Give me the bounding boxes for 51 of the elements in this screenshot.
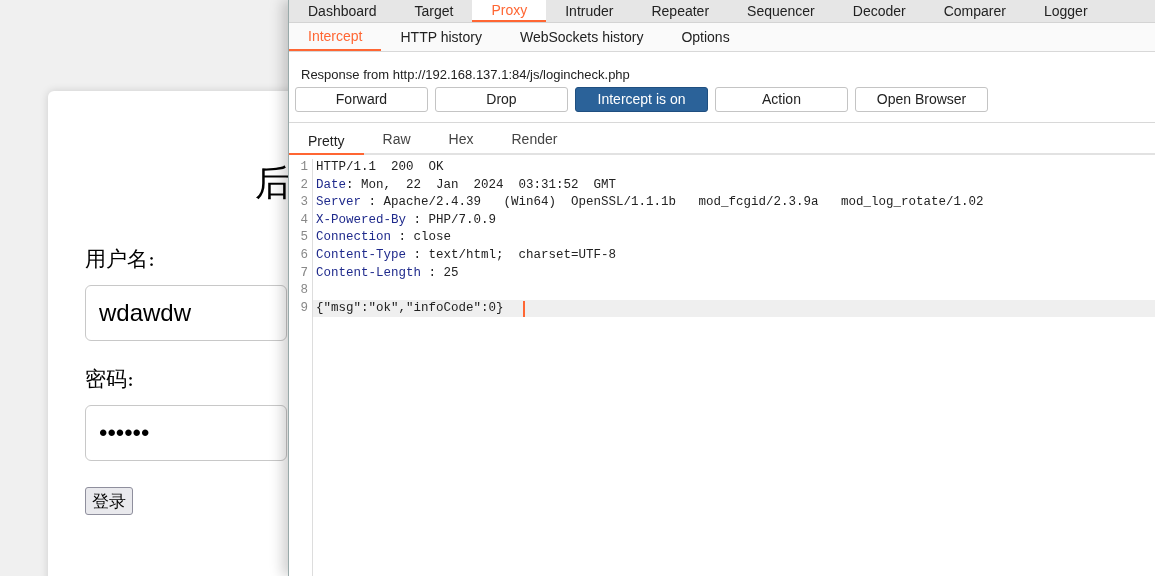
code-line: {"msg":"ok","infoCode":0} [316,299,504,317]
view-tab[interactable]: Render [492,129,577,153]
response-source-text: Response from http://192.168.137.1:84/js/logincheck.php [300,66,631,83]
header-value: : Mon, 22 Jan 2024 03:31:52 GMT [346,176,617,194]
line-number: 9 [300,299,308,317]
action-button[interactable]: Intercept is on [575,87,708,112]
main-tab[interactable]: Comparer [924,0,1025,22]
proxy-subtab[interactable]: HTTP history [381,23,501,51]
header-name: Server [316,194,361,212]
main-tab[interactable]: Target [395,0,473,22]
view-tab[interactable]: Pretty [289,131,364,155]
line-number: 7 [300,264,308,282]
view-tab[interactable]: Raw [363,129,430,153]
main-tab[interactable]: Sequencer [728,0,834,22]
password-field[interactable]: •••••• [85,405,287,461]
line-number: 4 [300,211,308,229]
action-button[interactable]: Action [715,87,848,112]
action-button[interactable]: Open Browser [855,87,988,112]
username-field[interactable]: wdawdw [85,285,287,341]
main-tab[interactable]: Decoder [833,0,925,22]
header-name: Date [316,176,346,194]
main-tab[interactable]: Logger [1024,0,1107,22]
header-name: Content-Type [316,246,406,264]
header-value: : close [397,229,452,247]
proxy-subtab[interactable]: Options [662,23,749,51]
line-number: 1 [300,159,308,176]
login-button[interactable]: 登录 [85,487,133,515]
code-line: HTTP/1.1 200 OK [316,159,444,176]
view-tab[interactable]: Hex [429,129,493,153]
username-label: 用户名: [85,246,156,273]
line-number: 5 [300,229,308,247]
line-number: 8 [300,282,308,300]
header-name: X-Powered-By [316,211,406,229]
main-tab[interactable]: Dashboard [289,0,396,22]
main-tab[interactable]: Intruder [546,0,633,22]
password-label: 密码: [85,366,135,393]
header-value: : PHP/7.0.9 [412,211,497,229]
line-number: 3 [300,194,308,212]
header-name: Connection [316,229,391,247]
header-value: : 25 [427,264,459,282]
text-cursor [522,300,525,317]
line-number: 2 [300,176,308,194]
header-name: Content-Length [316,264,422,282]
action-button[interactable]: Drop [435,87,568,112]
action-button[interactable]: Forward [295,87,428,112]
page-title: 后 [255,161,291,205]
main-tab[interactable]: Repeater [632,0,729,22]
proxy-subtab[interactable]: WebSockets history [500,23,663,51]
header-value: : text/html; charset=UTF-8 [412,246,617,264]
header-value: : Apache/2.4.39 (Win64) OpenSSL/1.1.1b mod_fcgid/2.3.9a mod_log_rotate/1.02 [367,194,984,212]
line-number: 6 [300,246,308,264]
